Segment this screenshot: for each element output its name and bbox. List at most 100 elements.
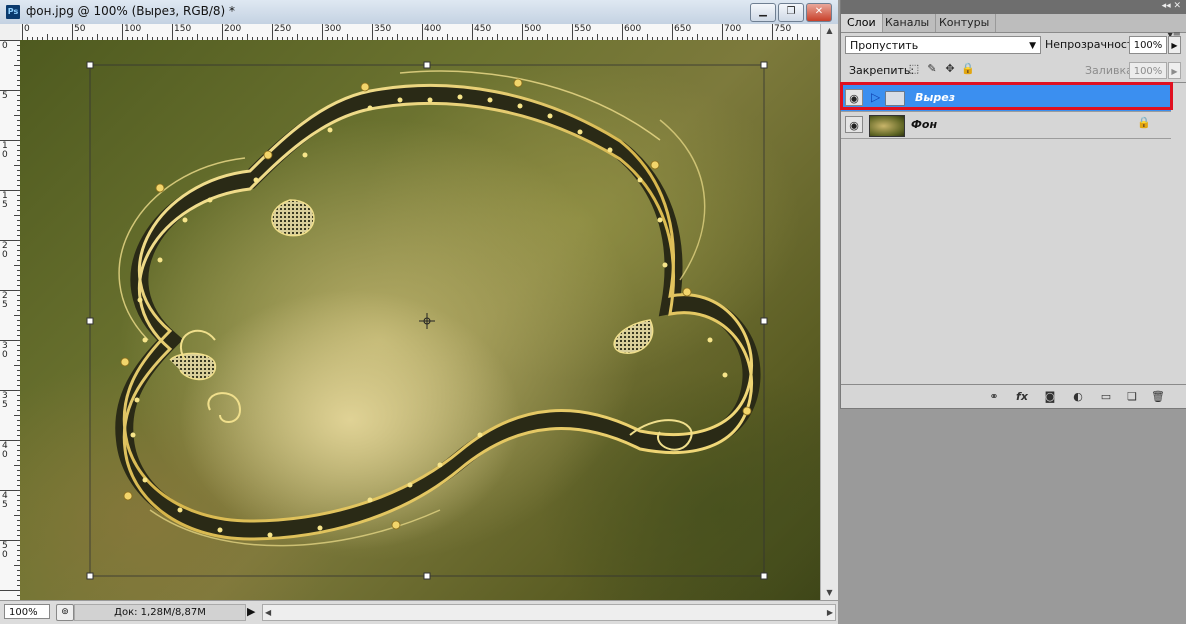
chevron-down-icon: ▼: [1029, 41, 1036, 51]
ruler-label: 0: [24, 24, 30, 34]
ruler-label: 30: [2, 341, 8, 360]
scroll-right-icon[interactable]: ▶: [827, 605, 833, 620]
transform-bounding-box[interactable]: [86, 61, 768, 580]
status-bar: 100% ⊚ Док: 1,28M/8,87M ▶ ◀ ▶: [0, 600, 838, 624]
transform-handle[interactable]: [760, 61, 768, 69]
ruler-corner[interactable]: [0, 24, 21, 41]
restore-icon: ❐: [786, 6, 796, 17]
document-titlebar[interactable]: Ps фон.jpg @ 100% (Вырез, RGB/8) * ▁ ❐ ✕: [0, 0, 838, 25]
layer-row-fon[interactable]: ◉ Фон 🔒: [841, 112, 1171, 139]
ruler-label: 150: [174, 24, 192, 34]
ruler-label: 5: [2, 91, 8, 101]
layer-row-vyrez[interactable]: ◉ ▷ Вырез: [841, 85, 1171, 112]
ruler-label: 200: [224, 24, 242, 34]
reference-point-icon[interactable]: [419, 313, 435, 329]
ruler-tick: [572, 24, 573, 40]
ruler-label: 300: [324, 24, 342, 34]
horizontal-ruler[interactable]: 0 50 100 150 200 250 300 350 400 450 500 550 600 650 7…: [20, 24, 820, 41]
ruler-label: 750: [774, 24, 792, 34]
expand-triangle-icon[interactable]: ▷: [871, 90, 880, 104]
ruler-tick: [672, 24, 673, 40]
blend-mode-select[interactable]: Пропустить ▼: [845, 36, 1041, 54]
scroll-left-icon[interactable]: ◀: [265, 605, 271, 620]
fill-slider-icon[interactable]: ▶: [1168, 62, 1181, 79]
transform-handle[interactable]: [760, 317, 768, 325]
layer-name[interactable]: Вырез: [915, 91, 955, 104]
scroll-up-icon[interactable]: ▲: [821, 24, 838, 38]
ruler-label: 0: [2, 41, 8, 51]
ruler-tick: [172, 24, 173, 40]
status-menu-arrow-icon[interactable]: ▶: [247, 604, 255, 619]
close-icon: ✕: [814, 6, 824, 17]
ruler-tick: [472, 24, 473, 40]
lock-brush-icon[interactable]: ✎: [925, 62, 939, 76]
ruler-label: 50: [74, 24, 86, 34]
layer-name[interactable]: Фон: [911, 118, 937, 131]
transform-handle[interactable]: [86, 61, 94, 69]
transform-handle[interactable]: [760, 572, 768, 580]
tab-channels[interactable]: Каналы: [879, 14, 937, 32]
layers-list: ◉ ▷ Вырез ◉ Фон 🔒: [841, 82, 1186, 383]
ruler-tick: [72, 24, 73, 40]
trash-icon[interactable]: 🗑: [1149, 388, 1167, 406]
frame-artwork: [86, 61, 768, 580]
scroll-down-icon[interactable]: ▼: [821, 586, 838, 600]
eye-icon[interactable]: ◉: [845, 116, 863, 133]
link-layers-icon[interactable]: ⚭: [985, 388, 1003, 406]
layers-panel-footer: ⚭ fx ◙ ◐ ▭ ❏ 🗑: [841, 384, 1186, 409]
collapse-panel-icon[interactable]: ◂◂ ✕: [1162, 1, 1181, 11]
ruler-tick: [222, 24, 223, 40]
transform-handle[interactable]: [86, 572, 94, 580]
ruler-label: 15: [2, 191, 8, 210]
ruler-label: 700: [724, 24, 742, 34]
zoom-field[interactable]: 100%: [4, 604, 50, 619]
ruler-label: 35: [2, 391, 8, 410]
lock-position-icon[interactable]: ✥: [943, 62, 957, 76]
folder-icon: [885, 91, 905, 106]
close-button[interactable]: ✕: [806, 3, 832, 22]
adjustment-layer-icon[interactable]: ◐: [1069, 388, 1087, 406]
transform-handle[interactable]: [423, 61, 431, 69]
ruler-tick: [0, 590, 20, 591]
opacity-field[interactable]: 100%: [1129, 36, 1167, 54]
ruler-label: 250: [274, 24, 292, 34]
document-window: Ps фон.jpg @ 100% (Вырез, RGB/8) * ▁ ❐ ✕…: [0, 0, 838, 624]
fill-field[interactable]: 100%: [1129, 62, 1167, 79]
zoom-options-icon[interactable]: ⊚: [56, 604, 74, 621]
restore-button[interactable]: ❐: [778, 3, 804, 22]
new-group-icon[interactable]: ▭: [1097, 388, 1115, 406]
fx-icon[interactable]: fx: [1013, 388, 1031, 406]
lock-all-icon[interactable]: 🔒: [961, 62, 975, 76]
ruler-tick: [372, 24, 373, 40]
minimize-button[interactable]: ▁: [750, 3, 776, 22]
tab-layers[interactable]: Слои: [841, 14, 883, 32]
image-canvas[interactable]: [20, 40, 820, 600]
ruler-tick: [722, 24, 723, 40]
horizontal-scrollbar[interactable]: ◀ ▶: [262, 604, 836, 621]
ruler-label: 40: [2, 441, 8, 460]
ruler-label: 50: [2, 541, 8, 560]
document-info[interactable]: Док: 1,28M/8,87M: [74, 604, 246, 621]
minimize-icon: ▁: [759, 6, 767, 17]
tab-paths[interactable]: Контуры: [933, 14, 997, 32]
transform-handle[interactable]: [423, 572, 431, 580]
decorative-frame: [115, 70, 761, 547]
ruler-label: 450: [474, 24, 492, 34]
ruler-label: 10: [2, 141, 8, 160]
vertical-scrollbar[interactable]: ▲ ▼: [820, 24, 838, 600]
lock-transparency-icon[interactable]: ⬚: [907, 62, 921, 76]
ruler-tick: [522, 24, 523, 40]
panel-header[interactable]: ◂◂ ✕: [841, 0, 1186, 14]
opacity-slider-icon[interactable]: ▶: [1168, 36, 1181, 54]
ruler-label: 500: [524, 24, 542, 34]
ruler-label: 45: [2, 491, 8, 510]
layer-thumbnail: [869, 115, 905, 137]
ruler-tick: [322, 24, 323, 40]
add-mask-icon[interactable]: ◙: [1041, 388, 1059, 406]
ruler-label: 600: [624, 24, 642, 34]
eye-icon[interactable]: ◉: [845, 89, 863, 106]
new-layer-icon[interactable]: ❏: [1123, 388, 1141, 406]
vertical-ruler[interactable]: 0 5 10 15 20 25 30 35 40 45 50: [0, 40, 21, 600]
transform-handle[interactable]: [86, 317, 94, 325]
ruler-tick: [122, 24, 123, 40]
